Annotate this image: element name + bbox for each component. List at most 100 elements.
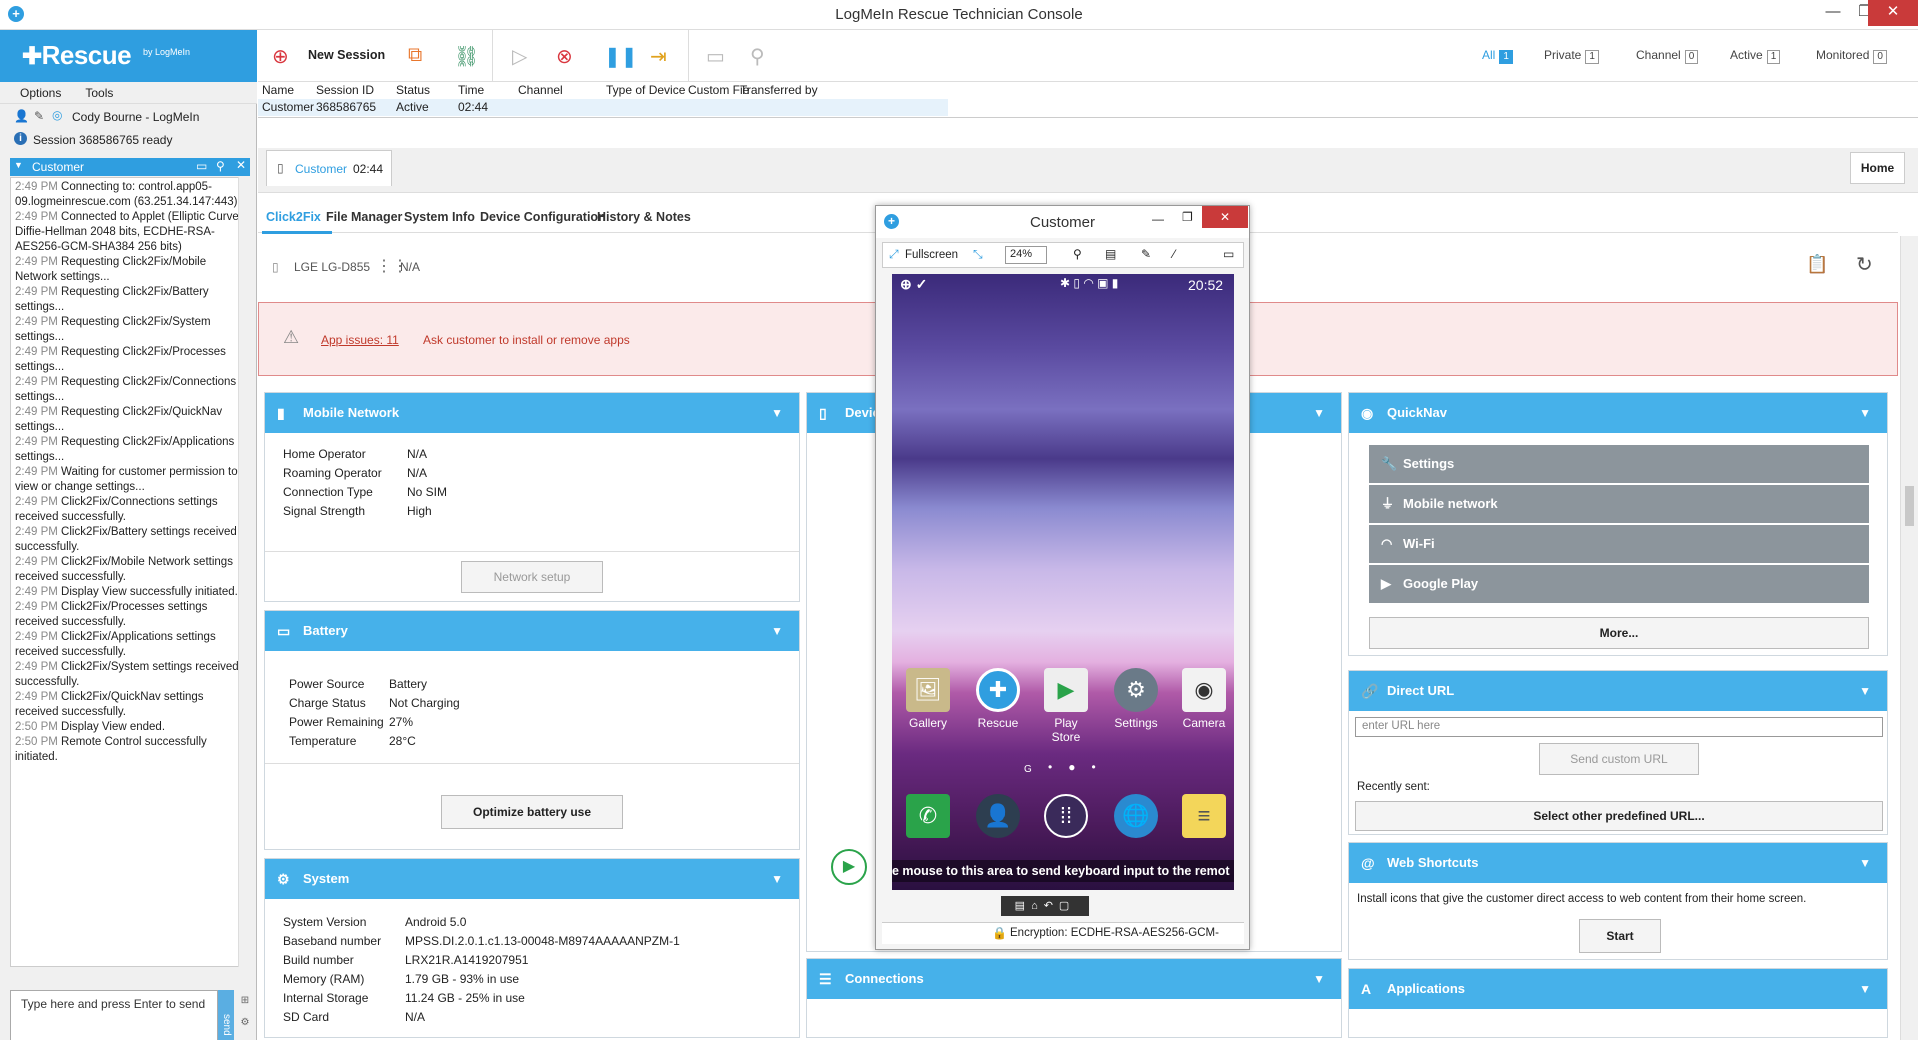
- new-session-button[interactable]: New Session: [308, 48, 385, 62]
- predefined-url-button[interactable]: Select other predefined URL...: [1355, 801, 1883, 831]
- table-cell[interactable]: 368586765: [316, 99, 376, 115]
- column-header[interactable]: Session ID: [316, 82, 374, 98]
- pen-icon[interactable]: ✎: [1141, 247, 1151, 261]
- menu-tools[interactable]: Tools: [71, 82, 123, 100]
- quicknav-mobile-network[interactable]: ⏚ Mobile network: [1369, 485, 1869, 523]
- fullscreen-button[interactable]: Fullscreen: [905, 249, 958, 261]
- minimize-button[interactable]: —: [1818, 0, 1848, 26]
- quicknav-header[interactable]: ◉ QuickNav ▼: [1349, 393, 1887, 433]
- windows-icon[interactable]: ⧉: [408, 44, 422, 67]
- quicknav-wifi[interactable]: ◠ Wi-Fi: [1369, 525, 1869, 563]
- subtab-item[interactable]: File Manager: [326, 210, 402, 224]
- add-user-icon[interactable]: ⚲: [750, 44, 765, 69]
- play-icon[interactable]: ▷: [512, 44, 527, 69]
- resize-icon[interactable]: ⤡: [973, 247, 983, 262]
- subtab-item[interactable]: System Info: [404, 210, 475, 224]
- filter-channel[interactable]: Channel 0: [1636, 48, 1699, 64]
- play-circle-icon[interactable]: ▶: [831, 849, 867, 885]
- monitor-icon[interactable]: ▭: [196, 159, 207, 173]
- start-button[interactable]: Start: [1579, 919, 1661, 953]
- log-entry: 2:49 PM Click2Fix/Battery settings recei…: [15, 525, 245, 555]
- quicknav-more-button[interactable]: More...: [1369, 617, 1869, 649]
- send-button[interactable]: send: [218, 990, 234, 1040]
- send-custom-url-button[interactable]: Send custom URL: [1539, 743, 1699, 775]
- binoculars-icon[interactable]: ⛓: [454, 44, 479, 69]
- app-settings[interactable]: ⚙ Settings: [1110, 668, 1162, 730]
- transfer-icon[interactable]: ⇥: [650, 44, 667, 69]
- quicknav-settings[interactable]: 🔧 Settings: [1369, 445, 1869, 483]
- table-cell[interactable]: Customer: [262, 99, 314, 115]
- monitor-icon[interactable]: ▭: [1223, 247, 1234, 261]
- subtab-item[interactable]: History & Notes: [597, 210, 691, 224]
- zoom-field[interactable]: 24%: [1005, 246, 1047, 264]
- status-icon[interactable]: ✎: [34, 109, 44, 123]
- wand-icon[interactable]: ⁄: [1173, 247, 1175, 261]
- menu-options[interactable]: Options: [0, 82, 71, 100]
- mobile-network-header[interactable]: ▮ Mobile Network ▼: [265, 393, 799, 433]
- log-time: 2:49 PM: [15, 406, 58, 418]
- table-cell[interactable]: Active: [396, 99, 429, 115]
- subtab-item[interactable]: Click2Fix: [266, 210, 321, 224]
- close-button[interactable]: ✕: [1202, 206, 1248, 228]
- phone-screen[interactable]: ⊕ ✓ ✱ ▯ ◠ ▣ ▮ 20:52 🖼 Gallery ✚ Rescue ▶ Pl…: [892, 274, 1234, 890]
- column-header[interactable]: Name: [262, 82, 294, 98]
- close-icon[interactable]: ✕: [236, 158, 246, 172]
- app-issues-link[interactable]: App issues: 11: [321, 333, 399, 347]
- dock-contacts[interactable]: 👤: [972, 794, 1024, 842]
- panel-divider: [265, 763, 799, 764]
- system-header[interactable]: ⚙ System ▼: [265, 859, 799, 899]
- dock-notes[interactable]: ≡: [1178, 794, 1230, 842]
- clipboard-icon[interactable]: ▤: [1105, 247, 1116, 261]
- direct-url-header[interactable]: 🔗 Direct URL ▼: [1349, 671, 1887, 711]
- filter-active[interactable]: Active 1: [1730, 48, 1781, 64]
- column-header[interactable]: Type of Device: [606, 82, 685, 98]
- pause-icon[interactable]: ❚❚: [604, 44, 638, 69]
- home-button[interactable]: Home: [1850, 152, 1905, 184]
- main-scrollbar[interactable]: [1900, 236, 1918, 1040]
- maximize-button[interactable]: ❐: [1182, 210, 1193, 224]
- app-play-store[interactable]: ▶ Play Store: [1040, 668, 1092, 744]
- column-header[interactable]: Time: [458, 82, 484, 98]
- add-user-icon[interactable]: ⚲: [216, 159, 225, 173]
- app-rescue[interactable]: ✚ Rescue: [972, 668, 1024, 730]
- web-shortcuts-header[interactable]: @ Web Shortcuts ▼: [1349, 843, 1887, 883]
- refresh-icon[interactable]: ↻: [1856, 252, 1873, 277]
- quicknav-google-play[interactable]: ▶ Google Play: [1369, 565, 1869, 603]
- subtab-item[interactable]: Device Configuration: [480, 210, 606, 224]
- applications-header[interactable]: A Applications ▼: [1349, 969, 1887, 1009]
- clipboard-icon[interactable]: 📋: [1806, 254, 1828, 275]
- tab-customer[interactable]: ▯ Customer 02:44: [266, 150, 392, 186]
- new-session-icon[interactable]: ⊕: [272, 44, 289, 69]
- optimize-battery-button[interactable]: Optimize battery use: [441, 795, 623, 829]
- table-cell[interactable]: 02:44: [458, 99, 488, 115]
- url-input[interactable]: enter URL here: [1355, 717, 1883, 737]
- stop-icon[interactable]: ⊗: [556, 44, 573, 69]
- filter-monitored[interactable]: Monitored 0: [1816, 48, 1887, 64]
- scroll-thumb[interactable]: [1905, 486, 1914, 526]
- search-icon[interactable]: ⚲: [1073, 247, 1082, 261]
- column-header[interactable]: Channel: [518, 82, 563, 98]
- filter-private[interactable]: Private 1: [1544, 48, 1599, 64]
- dock-browser[interactable]: 🌐: [1110, 794, 1162, 842]
- filter-all[interactable]: All 1: [1482, 48, 1513, 64]
- connections-header[interactable]: ☰ Connections ▼: [807, 959, 1341, 999]
- title-bar: + LogMeIn Rescue Technician Console — ❐ …: [0, 0, 1918, 30]
- close-button[interactable]: ✕: [1868, 0, 1918, 26]
- column-header[interactable]: Status: [396, 82, 430, 98]
- battery-header[interactable]: ▭ Battery ▼: [265, 611, 799, 651]
- column-header[interactable]: Transferred by: [740, 82, 818, 98]
- android-nav-bar[interactable]: ▤⌂↶▢: [1001, 896, 1089, 916]
- chat-input[interactable]: Type here and press Enter to send: [10, 990, 218, 1040]
- log-scrollbar[interactable]: [238, 177, 250, 967]
- session-status-row: i Session 368586765 ready: [0, 128, 257, 150]
- network-setup-button[interactable]: Network setup: [461, 561, 603, 593]
- encryption-text: Encryption: ECDHE-RSA-AES256-GCM-: [1010, 927, 1219, 939]
- dock-apps[interactable]: ⁞⁞: [1040, 794, 1092, 842]
- customer-header[interactable]: ▼ Customer ▭ ⚲ ✕: [10, 158, 250, 176]
- minimize-button[interactable]: —: [1152, 212, 1164, 226]
- app-gallery[interactable]: 🖼 Gallery: [902, 668, 954, 730]
- dock-phone[interactable]: ✆: [902, 794, 954, 842]
- add-monitor-icon[interactable]: ▭: [706, 44, 725, 69]
- app-camera[interactable]: ◉ Camera: [1178, 668, 1230, 730]
- fullscreen-icon[interactable]: ⤢: [889, 247, 899, 262]
